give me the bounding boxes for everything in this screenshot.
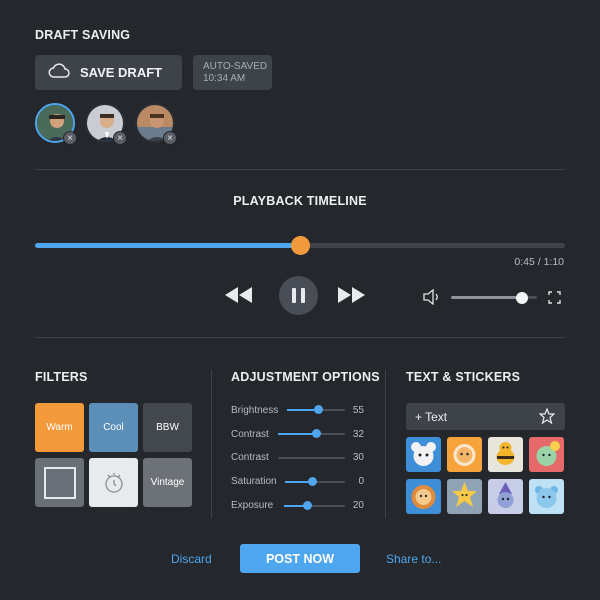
bee-sticker-icon: [488, 437, 523, 472]
filter-cool[interactable]: Cool: [89, 403, 138, 452]
filters-heading: FILTERS: [35, 370, 88, 384]
fullscreen-icon: [548, 291, 561, 304]
sticker-sun-cat[interactable]: [447, 479, 482, 514]
volume-knob[interactable]: [515, 292, 528, 304]
filter-vintage[interactable]: Vintage: [143, 458, 192, 507]
frame-icon: [43, 466, 76, 499]
filter-timer[interactable]: [89, 458, 138, 507]
exposure-label: Exposure: [231, 500, 274, 511]
autosave-status: AUTO-SAVED 10:34 AM: [193, 55, 272, 90]
mouse-sticker-icon: [406, 437, 441, 472]
playback-heading: PLAYBACK TIMELINE: [233, 194, 367, 208]
brightness-knob[interactable]: [314, 405, 324, 414]
sun-cat-sticker-icon: [447, 479, 482, 514]
fast-forward-button[interactable]: [337, 286, 367, 309]
orange-cat-sticker-icon: [447, 437, 482, 472]
wizard-sticker-icon: [488, 479, 523, 514]
post-now-button[interactable]: POST NOW: [240, 544, 360, 573]
pause-button[interactable]: [279, 276, 318, 315]
sticker-wizard[interactable]: [488, 479, 523, 514]
contrast-value: 32: [352, 429, 364, 440]
brightness-label: Brightness: [231, 405, 279, 416]
collaborator-avatar[interactable]: ×: [135, 103, 177, 145]
remove-icon[interactable]: ×: [163, 131, 177, 145]
fast-forward-icon: [338, 287, 365, 303]
fullscreen-button[interactable]: [548, 291, 561, 309]
column-divider: [385, 370, 386, 518]
exposure-value: 20: [352, 500, 364, 511]
volume-level: [451, 296, 522, 299]
contrast-knob[interactable]: [312, 429, 322, 438]
draft-saving-heading: DRAFT SAVING: [35, 28, 131, 42]
brightness-value: 55: [352, 405, 364, 416]
text-stickers-heading: TEXT & STICKERS: [406, 370, 521, 384]
contrast-value-2: 30: [352, 452, 364, 463]
timeline-scrubber[interactable]: [290, 236, 310, 255]
favorite-button[interactable]: [538, 407, 556, 429]
volume-button[interactable]: [423, 288, 441, 310]
filter-frame[interactable]: [35, 458, 84, 507]
save-draft-button[interactable]: SAVE DRAFT: [35, 55, 182, 90]
sticker-lion[interactable]: [406, 479, 441, 514]
share-link[interactable]: Share to...: [386, 552, 441, 566]
column-divider: [211, 370, 212, 518]
pause-icon: [292, 288, 296, 303]
sticker-blue-bear[interactable]: [529, 479, 564, 514]
exposure-slider[interactable]: [284, 505, 345, 507]
save-draft-label: SAVE DRAFT: [80, 65, 163, 80]
sticker-mouse[interactable]: [406, 437, 441, 472]
contrast-slider-2[interactable]: [278, 457, 345, 459]
autosave-time: 10:34 AM: [203, 73, 246, 84]
divider: [35, 337, 565, 338]
timeline-progress: [35, 243, 300, 248]
contrast-label-2: Contrast: [231, 452, 269, 463]
time-display: 0:45 / 1:10: [514, 256, 564, 268]
add-text-label: + Text: [415, 409, 448, 424]
timer-icon: [104, 472, 123, 493]
contrast-level: [278, 433, 317, 435]
collaborator-avatar[interactable]: ×: [85, 103, 127, 145]
blue-bear-sticker-icon: [529, 479, 564, 514]
collaborator-avatar[interactable]: ×: [35, 103, 77, 145]
rewind-button[interactable]: [224, 286, 254, 309]
flower-cat-sticker-icon: [529, 437, 564, 472]
saturation-label: Saturation: [231, 476, 277, 487]
saturation-value: 0: [358, 476, 364, 487]
filter-bbw[interactable]: BBW: [143, 403, 192, 452]
rewind-icon: [225, 287, 252, 303]
remove-icon[interactable]: ×: [113, 131, 127, 145]
autosave-label: AUTO-SAVED: [203, 61, 268, 72]
remove-icon[interactable]: ×: [63, 131, 77, 145]
exposure-knob[interactable]: [302, 501, 312, 510]
star-icon: [538, 407, 556, 425]
cloud-icon: [48, 63, 70, 82]
divider: [35, 169, 565, 170]
saturation-knob[interactable]: [307, 477, 317, 486]
adjustment-heading: ADJUSTMENT OPTIONS: [231, 370, 380, 384]
pause-icon-bar: [301, 288, 305, 303]
sticker-bee[interactable]: [488, 437, 523, 472]
discard-link[interactable]: Discard: [171, 552, 212, 566]
contrast-label: Contrast: [231, 429, 269, 440]
lion-sticker-icon: [406, 479, 441, 514]
filter-warm[interactable]: Warm: [35, 403, 84, 452]
sticker-flower-cat[interactable]: [529, 437, 564, 472]
sticker-orange-cat[interactable]: [447, 437, 482, 472]
volume-icon: [423, 288, 438, 306]
